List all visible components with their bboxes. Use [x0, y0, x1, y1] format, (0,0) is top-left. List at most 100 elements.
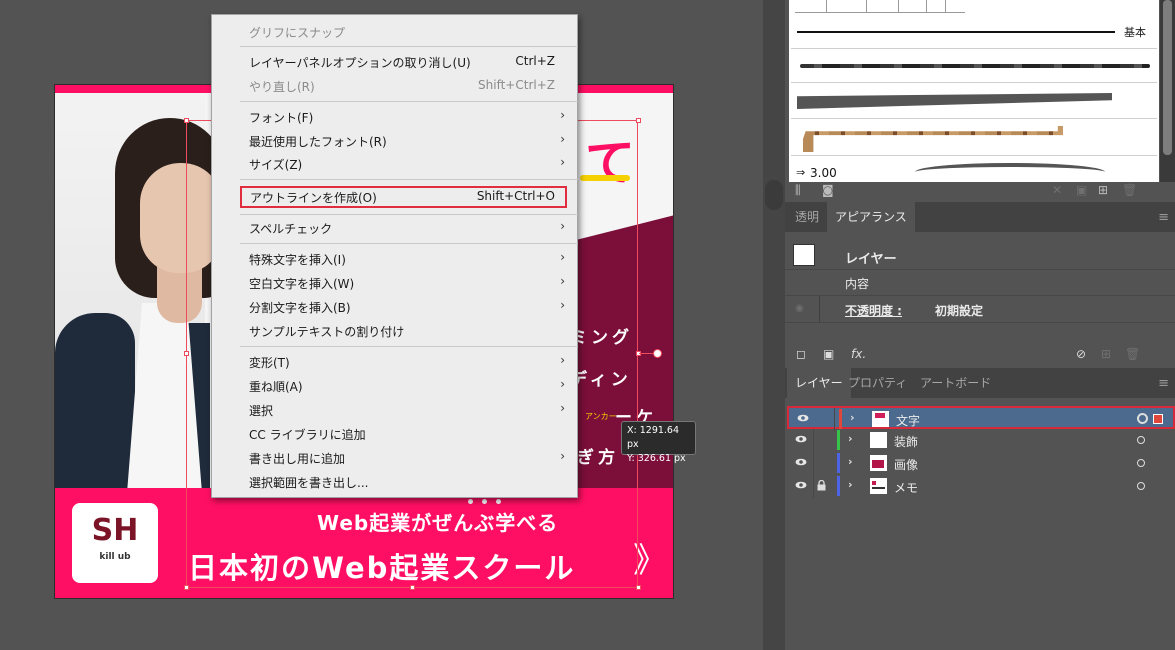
- delete-brush-icon[interactable]: 🗑: [1122, 183, 1137, 197]
- layer-column-divider: [813, 475, 814, 498]
- menu-item-snap-to-glyph[interactable]: グリフにスナップ: [212, 21, 577, 43]
- menu-separator: [240, 243, 578, 244]
- selection-handle-tr[interactable]: [636, 118, 641, 123]
- layer-row-memo[interactable]: › メモ: [787, 475, 1175, 498]
- layer-color-bar: [839, 409, 842, 429]
- menu-item-transform[interactable]: 変形(T) ›: [212, 351, 577, 373]
- delete-item-icon[interactable]: 🗑: [1125, 347, 1140, 361]
- banner-chevron-icon: 》: [633, 541, 667, 581]
- add-fill-icon[interactable]: ▣: [823, 347, 834, 361]
- visibility-eye-icon[interactable]: [797, 412, 809, 424]
- new-brush-icon[interactable]: ⊞: [1098, 183, 1108, 197]
- layer-name[interactable]: 画像: [894, 456, 918, 473]
- duplicate-item-icon[interactable]: ⊞: [1101, 347, 1111, 361]
- layer-row-text[interactable]: › 文字: [787, 406, 1175, 431]
- menu-item-select[interactable]: 選択 ›: [212, 399, 577, 421]
- layer-row-decoration[interactable]: › 装飾: [787, 429, 1175, 452]
- selection-handle-ml[interactable]: [184, 351, 189, 356]
- tab-properties[interactable]: プロパティ: [840, 368, 915, 398]
- submenu-arrow-icon: ›: [560, 155, 565, 169]
- menu-item-label: サイズ(Z): [249, 158, 303, 172]
- add-stroke-icon[interactable]: ◻: [796, 347, 806, 361]
- menu-separator: [240, 46, 578, 47]
- expand-chevron-icon[interactable]: ›: [848, 478, 853, 491]
- appearance-thumbnail: [793, 244, 815, 266]
- layer-target-icon[interactable]: [1137, 413, 1148, 424]
- rotation-handle[interactable]: [653, 349, 662, 358]
- menu-item-export-selection[interactable]: 選択範囲を書き出し...: [212, 471, 577, 493]
- selection-handle-bl[interactable]: [184, 585, 189, 590]
- brush-options-icon[interactable]: ▣: [1076, 183, 1087, 197]
- menu-item-undo[interactable]: レイヤーパネルオプションの取り消し(U) Ctrl+Z: [212, 51, 577, 73]
- menu-item-font[interactable]: フォント(F) ›: [212, 106, 577, 128]
- add-effect-icon[interactable]: fx.: [851, 347, 866, 361]
- layer-thumbnail: [872, 411, 889, 427]
- remove-brush-stroke-icon[interactable]: ✕: [1052, 183, 1062, 197]
- selection-handle-bm[interactable]: [410, 585, 415, 590]
- menu-item-shortcut: Shift+Ctrl+Z: [478, 78, 555, 92]
- brush-separator: [791, 82, 1157, 83]
- visibility-eye-icon[interactable]: ◉: [795, 303, 804, 314]
- selected-art-indicator[interactable]: [1153, 414, 1163, 424]
- menu-item-label: 選択範囲を書き出し...: [249, 476, 369, 490]
- brush-curve[interactable]: [915, 163, 1105, 181]
- appearance-contents[interactable]: 内容: [845, 275, 869, 292]
- menu-item-redo[interactable]: やり直し(R) Shift+Ctrl+Z: [212, 75, 577, 97]
- menu-item-recent-fonts[interactable]: 最近使用したフォント(R) ›: [212, 130, 577, 152]
- selection-handle-br[interactable]: [636, 585, 641, 590]
- layer-name[interactable]: 文字: [896, 412, 920, 429]
- expand-chevron-icon[interactable]: ›: [848, 432, 853, 445]
- visibility-eye-icon[interactable]: [795, 433, 807, 445]
- tab-transparency[interactable]: 透明: [787, 202, 827, 232]
- menu-item-insert-special-char[interactable]: 特殊文字を挿入(I) ›: [212, 248, 577, 270]
- menu-item-size[interactable]: サイズ(Z) ›: [212, 153, 577, 175]
- submenu-arrow-icon: ›: [560, 353, 565, 367]
- layer-row-image[interactable]: › 画像: [787, 452, 1175, 475]
- clear-appearance-icon[interactable]: ⊘: [1076, 347, 1086, 361]
- panel-menu-icon[interactable]: ≡: [1158, 376, 1169, 391]
- menu-separator: [240, 346, 578, 347]
- layer-target-icon[interactable]: [1137, 436, 1145, 444]
- menu-item-create-outlines[interactable]: アウトラインを作成(O) Shift+Ctrl+O: [240, 186, 567, 208]
- appearance-tab-bar: 透明 アピアランス ≡: [785, 202, 1175, 232]
- menu-item-insert-whitespace[interactable]: 空白文字を挿入(W) ›: [212, 272, 577, 294]
- menu-item-add-to-cc-library[interactable]: CC ライブラリに追加: [212, 423, 577, 445]
- layer-target-icon[interactable]: [1137, 482, 1145, 490]
- expand-chevron-icon[interactable]: ›: [848, 455, 853, 468]
- layer-target-icon[interactable]: [1137, 459, 1145, 467]
- menu-item-insert-break-char[interactable]: 分割文字を挿入(B) ›: [212, 296, 577, 318]
- menu-item-spell-check[interactable]: スペルチェック ›: [212, 217, 577, 239]
- menu-item-fill-placeholder-text[interactable]: サンプルテキストの割り付け: [212, 320, 577, 342]
- lock-icon[interactable]: [817, 480, 826, 491]
- panel-menu-icon[interactable]: ≡: [1158, 210, 1169, 225]
- coordinates-tooltip: X: 1291.64 px Y: 326.61 px: [621, 421, 696, 464]
- opacity-label[interactable]: 不透明度 :: [845, 302, 902, 319]
- brushes-toolbar: [789, 182, 1175, 202]
- selection-handle-tl[interactable]: [184, 118, 189, 123]
- brush-library-menu-icon[interactable]: ◙: [822, 183, 834, 197]
- layer-name[interactable]: 装飾: [894, 433, 918, 450]
- menu-item-add-for-export[interactable]: 書き出し用に追加 ›: [212, 447, 577, 469]
- brush-library-icon[interactable]: ⫼: [795, 183, 801, 198]
- logo-subtext: kill ub: [99, 552, 131, 562]
- menu-item-label: 変形(T): [249, 356, 290, 370]
- submenu-arrow-icon: ›: [560, 250, 565, 264]
- brushes-scrollbar-thumb[interactable]: [1163, 0, 1172, 155]
- expand-chevron-icon[interactable]: ›: [850, 411, 855, 424]
- tab-appearance[interactable]: アピアランス: [827, 202, 915, 232]
- panel-collapse-handle[interactable]: [765, 180, 783, 210]
- menu-separator: [240, 101, 578, 102]
- menu-item-label: 空白文字を挿入(W): [249, 277, 355, 291]
- brush-charcoal[interactable]: [800, 64, 1150, 68]
- brush-basic[interactable]: [797, 31, 1115, 33]
- banner-photo[interactable]: [55, 93, 225, 493]
- visibility-eye-icon[interactable]: [795, 479, 807, 491]
- appearance-separator: [785, 269, 1175, 270]
- menu-item-arrange[interactable]: 重ね順(A) ›: [212, 375, 577, 397]
- context-menu[interactable]: グリフにスナップ レイヤーパネルオプションの取り消し(U) Ctrl+Z やり直…: [211, 14, 578, 498]
- brush-basic-label: 基本: [1124, 26, 1146, 39]
- layer-name[interactable]: メモ: [894, 479, 918, 496]
- tab-artboards[interactable]: アートボード: [912, 368, 999, 398]
- visibility-eye-icon[interactable]: [795, 456, 807, 468]
- appearance-separator: [785, 295, 1175, 296]
